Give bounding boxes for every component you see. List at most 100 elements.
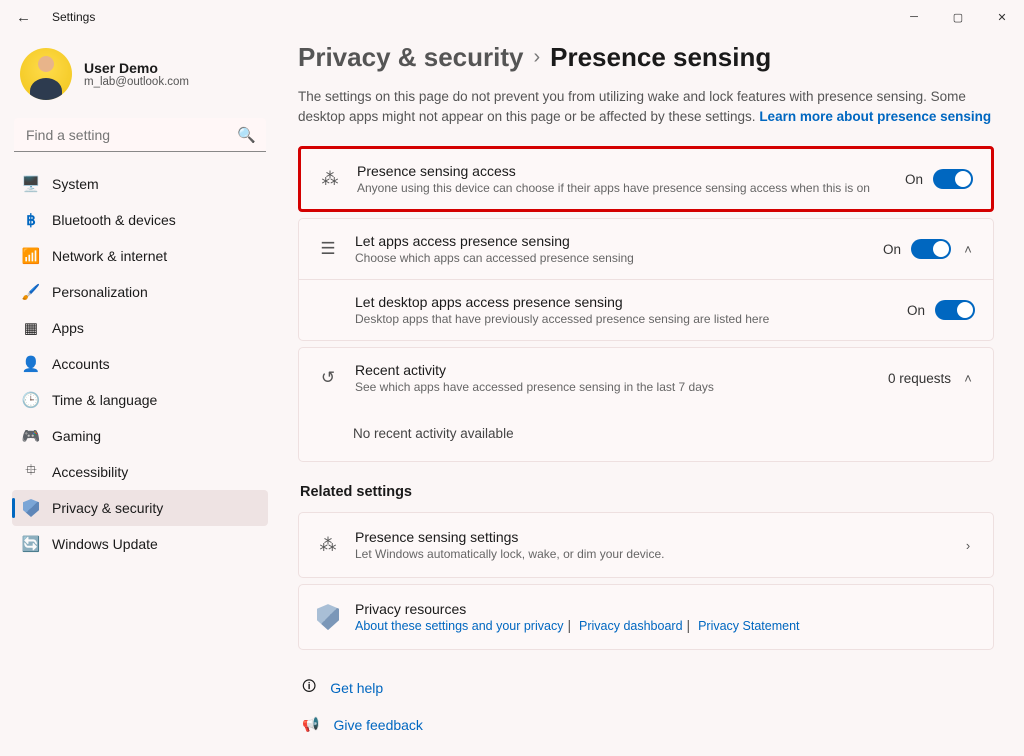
page-description: The settings on this page do not prevent… <box>298 87 994 126</box>
give-feedback-link[interactable]: Give feedback <box>333 717 423 733</box>
privacy-link-dashboard[interactable]: Privacy dashboard <box>579 619 683 633</box>
privacy-link-about[interactable]: About these settings and your privacy <box>355 619 563 633</box>
sidebar-item-personalization[interactable]: 🖌️ Personalization <box>12 274 268 310</box>
privacy-links: About these settings and your privacy| P… <box>355 617 975 633</box>
search-icon: 🔍 <box>237 126 256 144</box>
search-input[interactable] <box>14 118 266 152</box>
sidebar-item-system[interactable]: 🖥️ System <box>12 166 268 202</box>
presence-access-card: ⁂ Presence sensing access Anyone using t… <box>298 146 994 212</box>
chevron-up-icon[interactable]: ˄ <box>961 371 975 386</box>
breadcrumb: Privacy & security › Presence sensing <box>298 42 994 73</box>
sidebar-item-label: Apps <box>52 320 84 336</box>
window-title: Settings <box>38 10 95 24</box>
apps-icon: ▦ <box>22 319 40 337</box>
apps-access-row[interactable]: ☰ Let apps access presence sensing Choos… <box>299 219 993 279</box>
recent-activity-row[interactable]: ↺ Recent activity See which apps have ac… <box>299 348 993 408</box>
main-content: Privacy & security › Presence sensing Th… <box>280 34 1024 756</box>
windows-icon: 🔄 <box>22 535 40 553</box>
get-help-row[interactable]: 🛈 Get help <box>298 668 994 708</box>
user-profile[interactable]: User Demo m_lab@outlook.com <box>12 42 268 118</box>
feedback-icon: 📢 <box>302 716 319 733</box>
desktop-apps-desc: Desktop apps that have previously access… <box>355 312 891 326</box>
sidebar-item-label: Bluetooth & devices <box>52 212 176 228</box>
nav-list: 🖥️ System ฿ Bluetooth & devices 📶 Network & i… <box>12 166 268 562</box>
sidebar: User Demo m_lab@outlook.com 🔍 🖥️ System ฿ B… <box>0 34 280 756</box>
sidebar-item-label: Personalization <box>52 284 148 300</box>
sidebar-item-label: System <box>52 176 99 192</box>
sidebar-item-accounts[interactable]: 👤 Accounts <box>12 346 268 382</box>
page-title: Presence sensing <box>550 42 771 73</box>
related-settings-heading: Related settings <box>300 484 994 500</box>
recent-activity-title: Recent activity <box>355 362 872 378</box>
sidebar-item-bluetooth-devices[interactable]: ฿ Bluetooth & devices <box>12 202 268 238</box>
system-icon: 🖥️ <box>22 175 40 193</box>
chevron-up-icon[interactable]: ˄ <box>961 242 975 257</box>
user-name: User Demo <box>84 60 189 76</box>
learn-more-link[interactable]: Learn more about presence sensing <box>759 109 991 124</box>
give-feedback-row[interactable]: 📢 Give feedback <box>298 708 994 741</box>
apps-access-desc: Choose which apps can accessed presence … <box>355 251 867 265</box>
sidebar-item-apps[interactable]: ▦ Apps <box>12 310 268 346</box>
history-icon: ↺ <box>317 368 339 388</box>
recent-activity-count: 0 requests <box>888 371 951 386</box>
sidebar-item-label: Privacy & security <box>52 500 163 516</box>
gaming-icon: 🎮 <box>22 427 40 445</box>
sidebar-item-privacy-security[interactable]: Privacy & security <box>12 490 268 526</box>
shield-icon <box>317 604 339 630</box>
window-controls: ─ ▢ ✕ <box>892 0 1024 34</box>
presence-access-title: Presence sensing access <box>357 163 889 179</box>
desktop-apps-state: On <box>907 303 925 318</box>
close-button[interactable]: ✕ <box>980 0 1024 34</box>
apps-access-card: ☰ Let apps access presence sensing Choos… <box>298 218 994 341</box>
help-icon: 🛈 <box>302 676 316 700</box>
recent-activity-card: ↺ Recent activity See which apps have ac… <box>298 347 994 462</box>
presence-access-state: On <box>905 172 923 187</box>
presence-settings-desc: Let Windows automatically lock, wake, or… <box>355 547 945 561</box>
breadcrumb-parent[interactable]: Privacy & security <box>298 42 523 73</box>
network-icon: 📶 <box>22 247 40 265</box>
chevron-right-icon: › <box>961 538 975 553</box>
presence-access-toggle[interactable] <box>933 169 973 189</box>
desktop-apps-toggle[interactable] <box>935 300 975 320</box>
user-email: m_lab@outlook.com <box>84 76 189 88</box>
sidebar-item-label: Network & internet <box>52 248 167 264</box>
desktop-apps-row[interactable]: Let desktop apps access presence sensing… <box>299 279 993 340</box>
accounts-icon: 👤 <box>22 355 40 373</box>
presence-access-row[interactable]: ⁂ Presence sensing access Anyone using t… <box>301 149 991 209</box>
accessibility-icon: ⯐ <box>22 463 40 481</box>
privacy-link-statement[interactable]: Privacy Statement <box>698 619 799 633</box>
get-help-link[interactable]: Get help <box>330 680 383 696</box>
avatar <box>20 48 72 100</box>
sidebar-item-label: Windows Update <box>52 536 158 552</box>
time-icon: 🕒 <box>22 391 40 409</box>
sidebar-item-label: Gaming <box>52 428 101 444</box>
bluetooth-icon: ฿ <box>22 211 40 229</box>
list-icon: ☰ <box>317 239 339 259</box>
titlebar: ← Settings ─ ▢ ✕ <box>0 0 1024 34</box>
sidebar-item-gaming[interactable]: 🎮 Gaming <box>12 418 268 454</box>
sidebar-item-label: Accounts <box>52 356 110 372</box>
personalization-icon: 🖌️ <box>22 283 40 301</box>
minimize-button[interactable]: ─ <box>892 0 936 34</box>
desktop-apps-title: Let desktop apps access presence sensing <box>355 294 891 310</box>
apps-access-title: Let apps access presence sensing <box>355 233 867 249</box>
recent-activity-desc: See which apps have accessed presence se… <box>355 380 872 394</box>
search-box[interactable]: 🔍 <box>14 118 266 152</box>
maximize-button[interactable]: ▢ <box>936 0 980 34</box>
presence-settings-icon: ⁂ <box>317 535 339 555</box>
privacy-resources-title: Privacy resources <box>355 601 975 617</box>
shield-icon <box>22 499 40 517</box>
apps-access-state: On <box>883 242 901 257</box>
sidebar-item-network-internet[interactable]: 📶 Network & internet <box>12 238 268 274</box>
chevron-right-icon: › <box>533 46 540 69</box>
presence-settings-title: Presence sensing settings <box>355 529 945 545</box>
privacy-resources-card: Privacy resources About these settings a… <box>298 584 994 650</box>
back-button[interactable]: ← <box>16 9 38 26</box>
sidebar-item-time-language[interactable]: 🕒Time & language <box>12 382 268 418</box>
presence-settings-card[interactable]: ⁂ Presence sensing settings Let Windows … <box>298 512 994 578</box>
recent-activity-empty: No recent activity available <box>299 408 993 461</box>
sidebar-item-accessibility[interactable]: ⯐Accessibility <box>12 454 268 490</box>
apps-access-toggle[interactable] <box>911 239 951 259</box>
presence-icon: ⁂ <box>319 169 341 189</box>
sidebar-item-windows-update[interactable]: 🔄 Windows Update <box>12 526 268 562</box>
